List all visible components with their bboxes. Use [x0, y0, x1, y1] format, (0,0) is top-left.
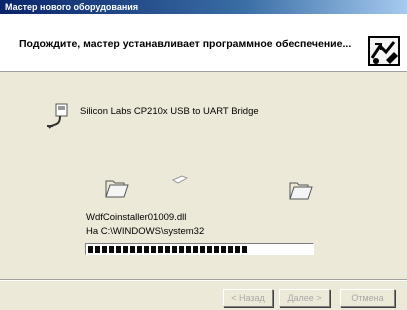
cancel-button[interactable]: Отмена — [340, 289, 395, 307]
title-bar[interactable]: Мастер нового оборудования — [0, 0, 407, 14]
page-title: Подождите, мастер устанавливает программ… — [19, 38, 352, 50]
flying-file-icon — [172, 175, 188, 184]
usb-plug-icon — [47, 103, 68, 129]
copy-progress-bar — [85, 243, 314, 255]
progress-fill — [88, 246, 247, 253]
destination-folder-icon — [289, 182, 313, 200]
button-divider — [0, 279, 407, 281]
device-name: Silicon Labs CP210x USB to UART Bridge — [80, 106, 259, 117]
back-button[interactable]: < Назад — [223, 289, 273, 307]
copying-file-name: WdfCoinstaller01009.dll — [86, 212, 187, 223]
source-folder-icon — [105, 180, 129, 198]
hardware-wizard-icon — [368, 36, 400, 66]
next-button[interactable]: Далее > — [279, 289, 330, 307]
wizard-header: Подождите, мастер устанавливает программ… — [0, 14, 407, 72]
wizard-window: Мастер нового оборудования Подождите, ма… — [0, 0, 407, 310]
copy-destination: На C:\WINDOWS\system32 — [86, 226, 205, 237]
